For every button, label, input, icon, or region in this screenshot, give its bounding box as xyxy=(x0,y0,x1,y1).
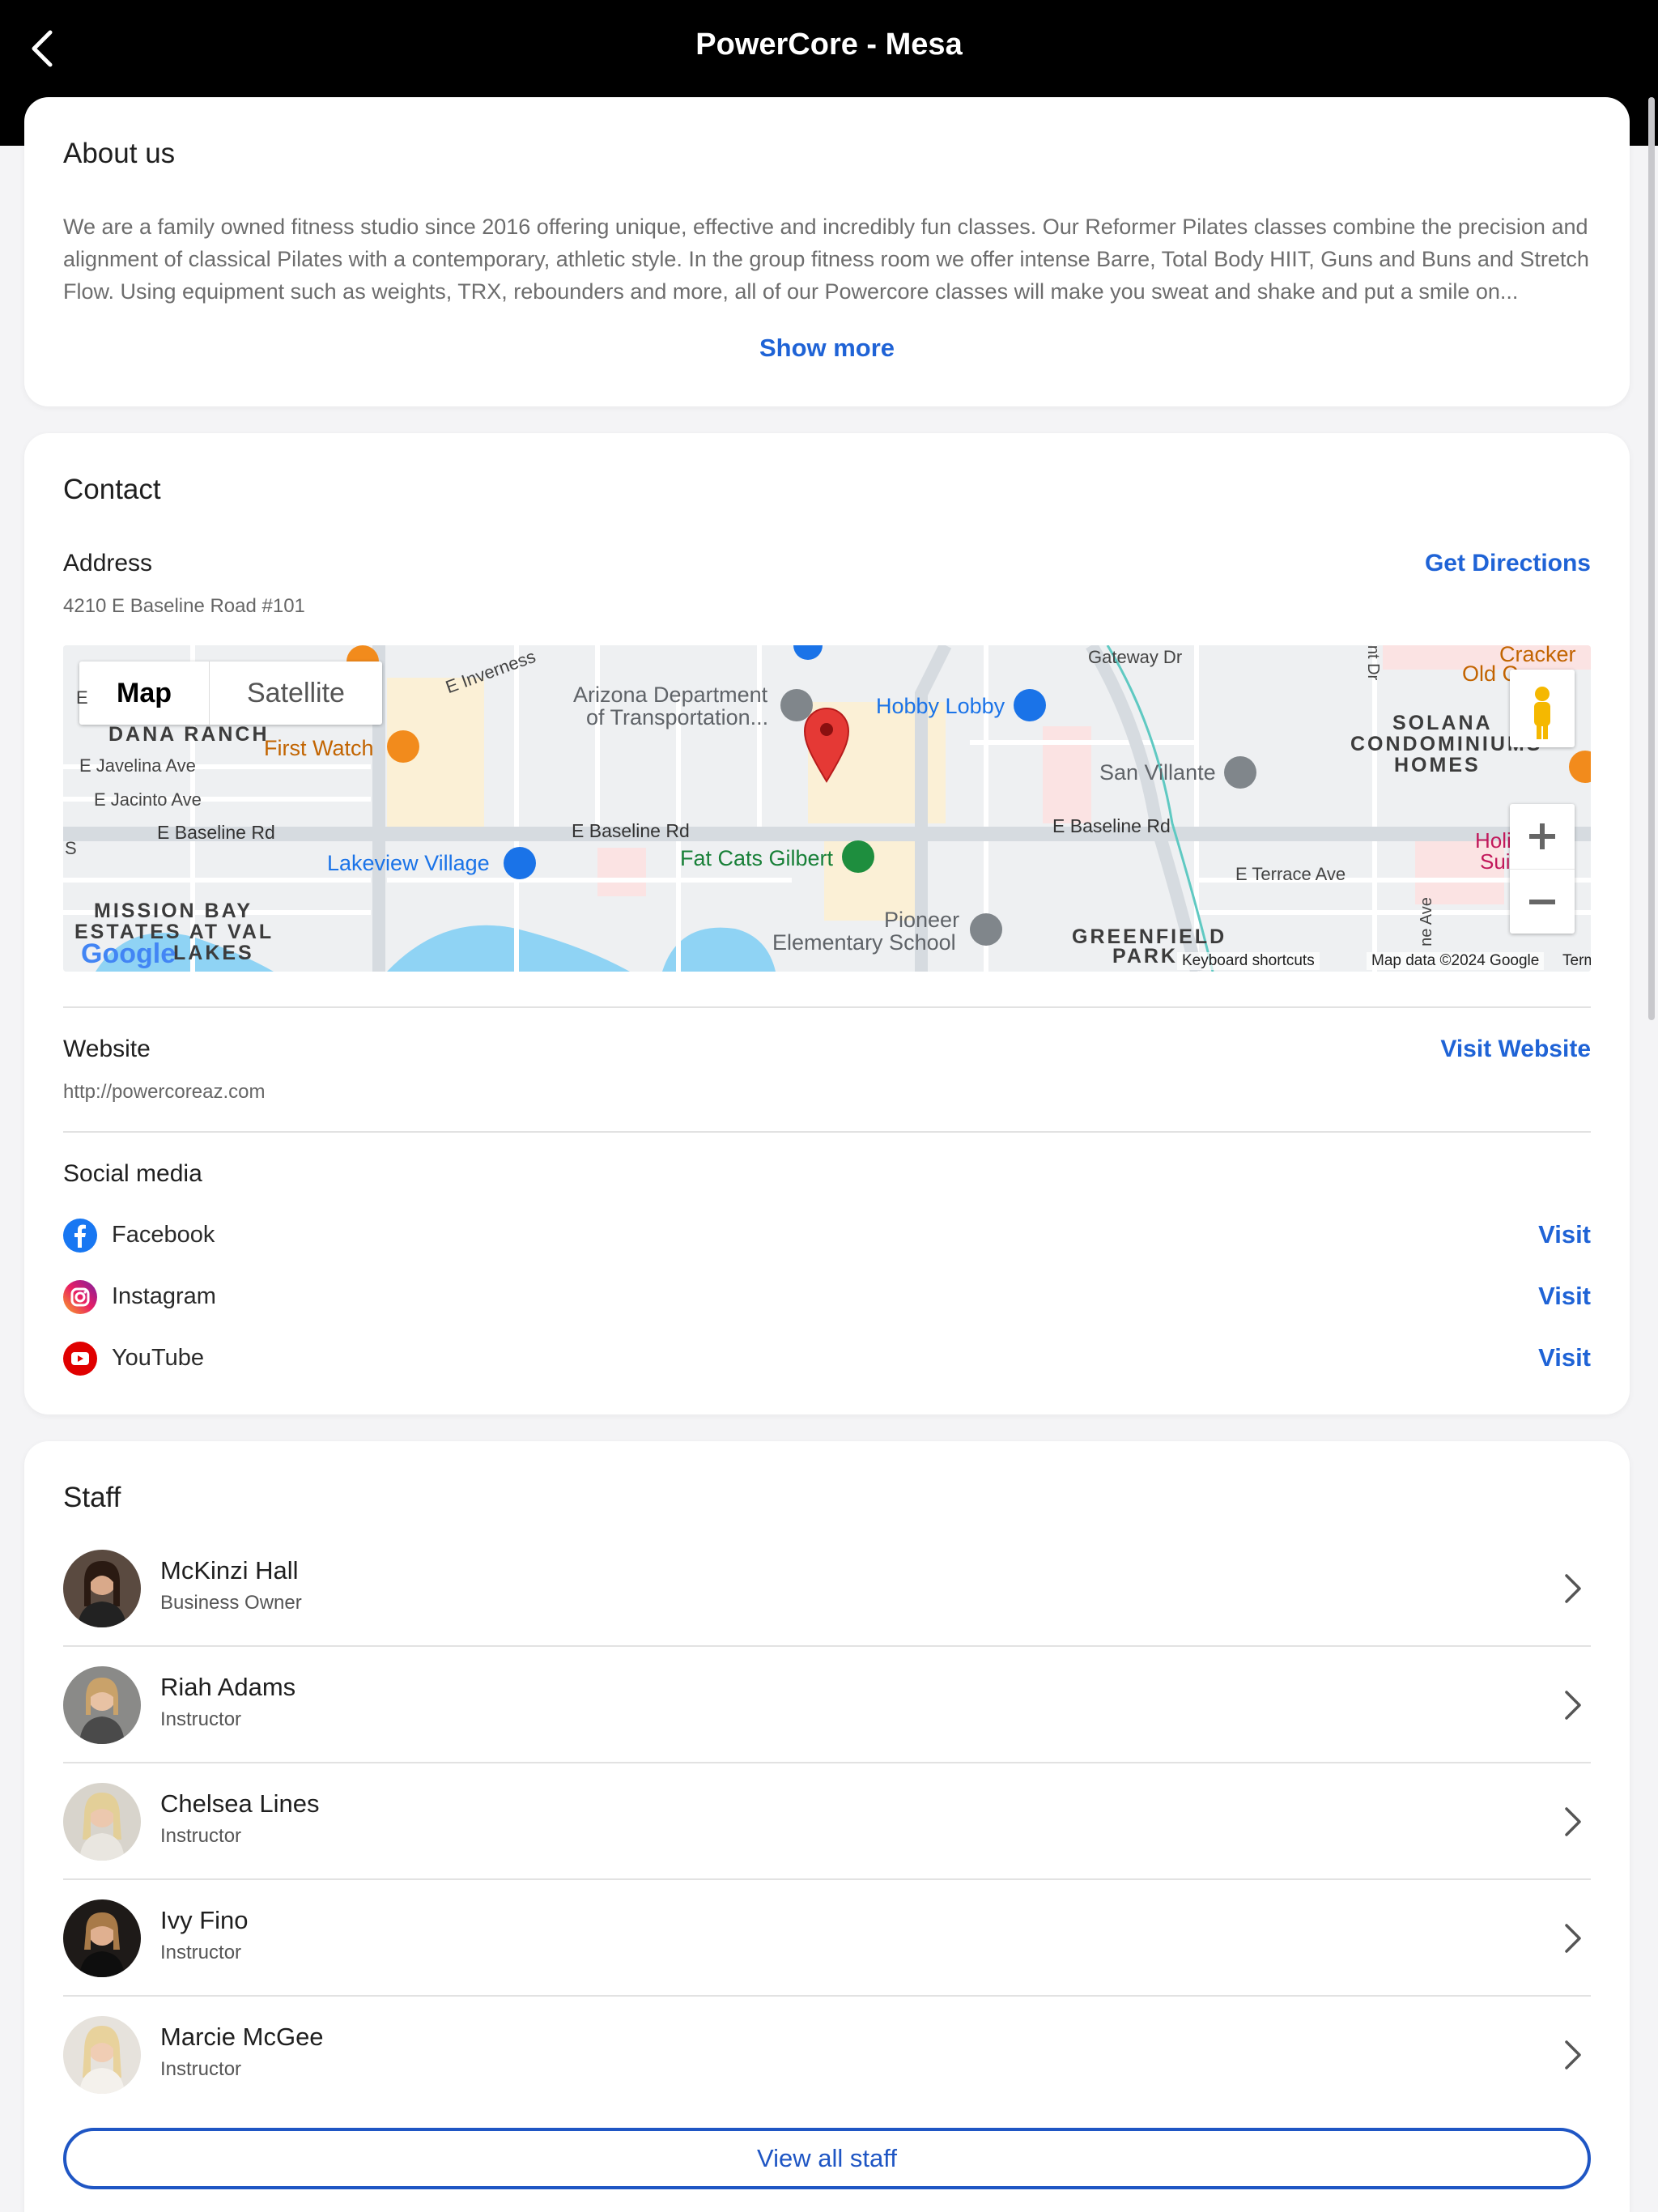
map-label: PARK xyxy=(1112,945,1178,968)
staff-card: Staff McKinzi Hall Business Owner Riah A… xyxy=(24,1441,1630,2212)
zoom-out-button[interactable] xyxy=(1510,869,1575,934)
chevron-right-icon xyxy=(1565,2040,1581,2069)
facebook-icon xyxy=(63,1219,97,1253)
social-media-label: Social media xyxy=(63,1160,202,1187)
map-type-map[interactable]: Map xyxy=(79,661,210,725)
map-poi-pioneer-2: Elementary School xyxy=(772,930,956,955)
map-data-credit: Map data ©2024 Google xyxy=(1367,952,1545,970)
map-poi-hobby-lobby[interactable]: Hobby Lobby xyxy=(876,694,1005,719)
map-label: E Baseline Rd xyxy=(572,820,690,841)
map-label: SOLANA xyxy=(1392,712,1493,734)
avatar xyxy=(63,2016,141,2094)
map-label: HOMES xyxy=(1394,754,1481,776)
contact-heading: Contact xyxy=(63,474,161,505)
avatar xyxy=(63,1666,141,1744)
about-card: About us We are a family owned fitness s… xyxy=(24,97,1630,406)
chevron-right-icon xyxy=(1565,1691,1581,1720)
street-view-button[interactable] xyxy=(1510,670,1575,747)
staff-role: Instructor xyxy=(160,1708,242,1730)
staff-row[interactable]: Ivy Fino Instructor xyxy=(63,1880,1591,1997)
scrollbar[interactable] xyxy=(1648,97,1655,1020)
map[interactable]: Map Satellite DANA RANCH E Javelina Ave … xyxy=(63,645,1591,972)
map-label: S xyxy=(65,838,77,858)
map-label: E xyxy=(76,687,88,708)
map-poi-lakeview[interactable]: Lakeview Village xyxy=(327,851,490,876)
staff-role: Business Owner xyxy=(160,1592,302,1614)
staff-role: Instructor xyxy=(160,1942,242,1963)
pegman-icon xyxy=(1534,687,1550,739)
map-type-toggle: Map Satellite xyxy=(79,661,382,725)
minus-icon xyxy=(1529,900,1555,904)
staff-name: Ivy Fino xyxy=(160,1906,249,1934)
map-label: ne Ave xyxy=(1417,897,1435,946)
social-row-facebook: Facebook Visit xyxy=(63,1215,1591,1256)
map-label: E Baseline Rd xyxy=(157,822,275,843)
map-label: nt Dr xyxy=(1364,645,1383,681)
keyboard-shortcuts-link[interactable]: Keyboard shortcuts xyxy=(1177,952,1320,970)
about-text: We are a family owned fitness studio sin… xyxy=(63,215,1589,304)
map-type-satellite[interactable]: Satellite xyxy=(210,661,382,725)
map-poi-first-watch[interactable]: First Watch xyxy=(264,736,374,761)
avatar xyxy=(63,1783,141,1861)
website-value: http://powercoreaz.com xyxy=(63,1081,266,1103)
address-value: 4210 E Baseline Road #101 xyxy=(63,595,305,617)
instagram-icon xyxy=(63,1280,97,1314)
visit-website-link[interactable]: Visit Website xyxy=(1440,1036,1591,1063)
about-heading: About us xyxy=(63,138,176,169)
address-label: Address xyxy=(63,550,153,576)
map-label: MISSION BAY xyxy=(94,900,253,922)
map-label: LAKES xyxy=(173,942,254,964)
map-poi-pioneer[interactable]: Pioneer xyxy=(884,908,959,933)
google-logo: Google xyxy=(81,938,176,969)
chevron-right-icon xyxy=(1565,1924,1581,1953)
view-all-staff-button[interactable]: View all staff xyxy=(63,2128,1591,2189)
map-label: Sui xyxy=(1480,849,1511,874)
staff-heading: Staff xyxy=(63,1482,121,1513)
divider xyxy=(63,1131,1591,1133)
map-label: DANA RANCH xyxy=(108,723,270,746)
map-poi-san-villante[interactable]: San Villante xyxy=(1099,760,1216,785)
contact-card: Contact Address Get Directions 4210 E Ba… xyxy=(24,433,1630,1414)
get-directions-link[interactable]: Get Directions xyxy=(1425,550,1591,577)
visit-youtube-link[interactable]: Visit xyxy=(1538,1343,1591,1372)
map-poi-azdot[interactable]: Arizona Department xyxy=(573,683,767,708)
zoom-controls xyxy=(1510,804,1575,934)
map-label: E Javelina Ave xyxy=(79,755,196,776)
page-title: PowerCore - Mesa xyxy=(695,28,963,62)
website-label: Website xyxy=(63,1036,151,1062)
map-poi-fat-cats[interactable]: Fat Cats Gilbert xyxy=(680,846,833,871)
avatar xyxy=(63,1899,141,1977)
divider xyxy=(63,1006,1591,1008)
social-name: YouTube xyxy=(112,1345,204,1371)
terms-link[interactable]: Terms xyxy=(1558,952,1591,970)
plus-icon xyxy=(1529,823,1555,849)
staff-name: Riah Adams xyxy=(160,1673,296,1701)
staff-row[interactable]: McKinzi Hall Business Owner xyxy=(63,1530,1591,1647)
staff-row[interactable]: Marcie McGee Instructor xyxy=(63,1997,1591,2113)
social-name: Facebook xyxy=(112,1222,215,1248)
social-row-instagram: Instagram Visit xyxy=(63,1277,1591,1317)
social-row-youtube: YouTube Visit xyxy=(63,1338,1591,1379)
staff-role: Instructor xyxy=(160,1825,242,1847)
visit-facebook-link[interactable]: Visit xyxy=(1538,1220,1591,1249)
map-label: E Terrace Ave xyxy=(1235,864,1346,884)
staff-row[interactable]: Riah Adams Instructor xyxy=(63,1647,1591,1763)
staff-name: McKinzi Hall xyxy=(160,1556,299,1585)
map-label: E Baseline Rd xyxy=(1052,815,1171,836)
visit-instagram-link[interactable]: Visit xyxy=(1538,1282,1591,1311)
show-more-button[interactable]: Show more xyxy=(24,334,1630,363)
map-poi-azdot-2: of Transportation... xyxy=(586,705,769,730)
social-name: Instagram xyxy=(112,1283,216,1309)
staff-name: Chelsea Lines xyxy=(160,1789,320,1818)
staff-role: Instructor xyxy=(160,2058,242,2080)
staff-row[interactable]: Chelsea Lines Instructor xyxy=(63,1763,1591,1880)
staff-name: Marcie McGee xyxy=(160,2023,324,2051)
chevron-right-icon xyxy=(1565,1807,1581,1836)
map-label: Gateway Dr xyxy=(1088,647,1183,667)
zoom-in-button[interactable] xyxy=(1510,804,1575,869)
map-label: E Jacinto Ave xyxy=(94,789,202,810)
avatar xyxy=(63,1550,141,1627)
youtube-icon xyxy=(63,1342,97,1376)
chevron-right-icon xyxy=(1565,1574,1581,1603)
